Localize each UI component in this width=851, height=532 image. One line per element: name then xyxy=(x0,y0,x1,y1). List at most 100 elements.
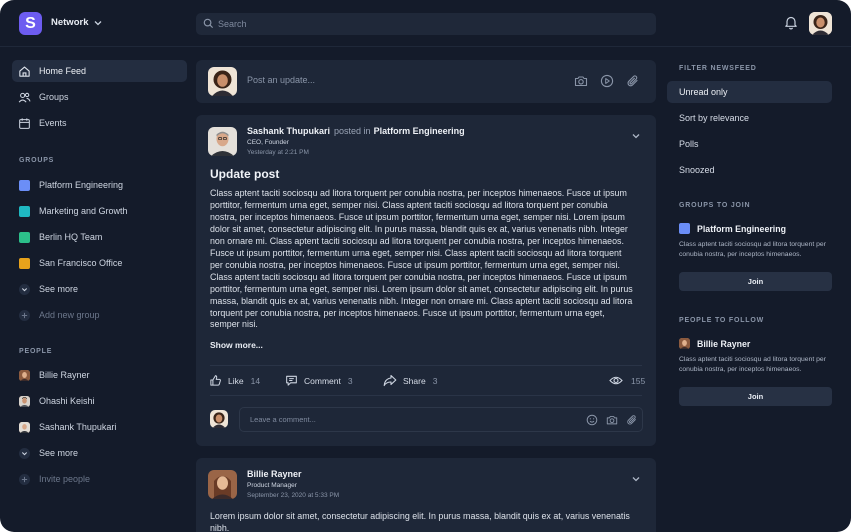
filter-snoozed[interactable]: Snoozed xyxy=(667,159,832,181)
invite-people-button[interactable]: Invite people xyxy=(19,472,90,486)
comment-icon xyxy=(286,375,297,386)
user-avatar[interactable] xyxy=(809,12,832,35)
comment-box[interactable] xyxy=(239,407,643,432)
person-label: Billie Rayner xyxy=(39,370,90,380)
notifications-bell-icon[interactable] xyxy=(784,15,798,30)
people-see-more[interactable]: See more xyxy=(19,446,78,460)
camera-icon[interactable] xyxy=(574,74,588,88)
post-composer[interactable]: Post an update... xyxy=(196,60,656,103)
group-color-swatch xyxy=(19,205,30,217)
post-author-role: Product Manager xyxy=(247,482,297,489)
comment-button[interactable]: Comment 3 xyxy=(285,374,353,387)
avatar xyxy=(208,67,237,96)
avatar[interactable] xyxy=(208,127,237,156)
suggested-group-name[interactable]: Platform Engineering xyxy=(679,223,786,234)
view-count: 155 xyxy=(609,374,645,387)
search-icon xyxy=(203,18,214,29)
sidebar-person-ohashi-keishi[interactable]: Ohashi Keishi xyxy=(19,394,95,408)
avatar xyxy=(19,395,30,407)
post-body: Class aptent taciti sociosqu ad litora t… xyxy=(210,188,633,330)
like-label: Like xyxy=(228,375,244,386)
person-label: Ohashi Keishi xyxy=(39,396,95,406)
group-label: Platform Engineering xyxy=(39,180,124,190)
nav-groups[interactable]: Groups xyxy=(12,86,187,108)
post-card: Billie Rayner Product Manager September … xyxy=(196,458,656,532)
camera-icon[interactable] xyxy=(606,414,618,426)
avatar xyxy=(19,369,30,381)
divider xyxy=(210,365,642,366)
like-count: 14 xyxy=(250,375,261,386)
post-body: Lorem ipsum dolor sit amet, consectetur … xyxy=(210,511,630,532)
comment-count: 3 xyxy=(347,375,353,386)
add-new-group-button[interactable]: Add new group xyxy=(19,308,100,322)
nav-events[interactable]: Events xyxy=(12,112,187,134)
paperclip-icon[interactable] xyxy=(626,414,638,426)
filter-sort-by-relevance[interactable]: Sort by relevance xyxy=(667,107,832,129)
post-author-name[interactable]: Sashank Thupukari xyxy=(247,126,330,136)
people-to-follow-label: PEOPLE TO FOLLOW xyxy=(679,317,765,324)
add-group-label: Add new group xyxy=(39,310,100,320)
show-more-link[interactable]: Show more... xyxy=(210,340,263,350)
sidebar-group-berlin-hq-team[interactable]: Berlin HQ Team xyxy=(19,230,102,244)
join-group-button[interactable]: Join xyxy=(679,272,832,291)
search-bar[interactable] xyxy=(196,13,656,35)
avatar[interactable] xyxy=(208,470,237,499)
post-author-name[interactable]: Billie Rayner xyxy=(247,469,302,479)
post-author-line: Sashank Thupukari posted in Platform Engin… xyxy=(247,126,465,136)
group-label: Berlin HQ Team xyxy=(39,232,103,242)
plus-icon xyxy=(19,309,30,321)
sidebar-person-sashank-thupukari[interactable]: Sashank Thupukari xyxy=(19,420,116,434)
nav-home-feed[interactable]: Home Feed xyxy=(12,60,187,82)
invite-people-label: Invite people xyxy=(39,474,91,484)
sidebar-group-san-francisco-office[interactable]: San Francisco Office xyxy=(19,256,122,270)
comment-label: Comment xyxy=(304,375,341,386)
video-play-icon[interactable] xyxy=(600,74,614,88)
follow-person-button[interactable]: Join xyxy=(679,387,832,406)
paperclip-icon[interactable] xyxy=(626,74,640,88)
filter-polls[interactable]: Polls xyxy=(667,133,832,155)
filter-newsfeed-label: FILTER NEWSFEED xyxy=(679,65,757,72)
post-timestamp[interactable]: September 23, 2020 at 5:33 PM xyxy=(247,492,339,499)
post-card: Sashank Thupukari posted in Platform Engin… xyxy=(196,115,656,446)
comment-input[interactable] xyxy=(250,408,570,431)
views-count: 155 xyxy=(631,375,646,386)
avatar xyxy=(210,410,228,428)
sidebar-group-platform-engineering[interactable]: Platform Engineering xyxy=(19,178,123,192)
home-icon xyxy=(19,65,30,77)
sidebar-person-billie-rayner[interactable]: Billie Rayner xyxy=(19,368,90,382)
chevron-down-icon[interactable] xyxy=(631,474,641,484)
like-button[interactable]: Like 14 xyxy=(209,374,260,387)
post-update-input[interactable]: Post an update... xyxy=(247,75,315,85)
chevron-down-icon[interactable] xyxy=(93,18,103,28)
group-color-swatch xyxy=(19,257,30,269)
post-title: Update post xyxy=(210,167,280,181)
posted-in-text: posted in xyxy=(334,126,371,136)
post-timestamp[interactable]: Yesterday at 2:21 PM xyxy=(247,149,309,156)
chevron-down-icon[interactable] xyxy=(631,131,641,141)
person-label: Sashank Thupukari xyxy=(39,422,117,432)
app-window: S Network Home Feed Groups Events GROUPS… xyxy=(0,0,851,532)
divider xyxy=(210,395,642,396)
search-input[interactable] xyxy=(218,13,638,35)
see-more-label: See more xyxy=(39,284,79,294)
post-group-link[interactable]: Platform Engineering xyxy=(374,126,465,136)
sidebar-group-marketing-and-growth[interactable]: Marketing and Growth xyxy=(19,204,128,218)
group-label: Marketing and Growth xyxy=(39,206,128,216)
people-section-label: PEOPLE xyxy=(19,348,53,355)
suggested-person-name[interactable]: Billie Rayner xyxy=(679,338,750,349)
workspace-name[interactable]: Network xyxy=(51,17,88,28)
suggested-person-label: Billie Rayner xyxy=(697,338,751,349)
filter-unread-only[interactable]: Unread only xyxy=(667,81,832,103)
calendar-icon xyxy=(19,117,30,129)
workspace-logo[interactable]: S xyxy=(19,12,42,35)
thumbs-up-icon xyxy=(210,375,221,386)
group-color-swatch xyxy=(19,179,30,191)
share-button[interactable]: Share 3 xyxy=(383,374,437,387)
groups-see-more[interactable]: See more xyxy=(19,282,78,296)
chevron-down-icon xyxy=(19,447,30,459)
eye-icon xyxy=(609,376,623,385)
suggested-person-description: Class aptent taciti sociosqu ad litora t… xyxy=(679,356,826,373)
chevron-down-icon xyxy=(19,283,30,295)
emoji-icon[interactable] xyxy=(586,414,598,426)
group-label: San Francisco Office xyxy=(39,258,123,268)
